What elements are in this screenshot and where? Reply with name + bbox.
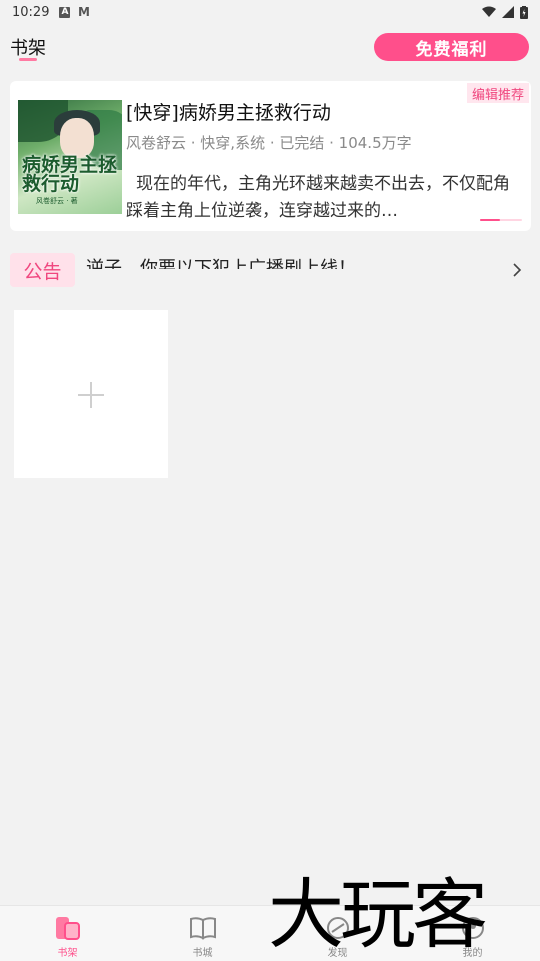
tab-label: 我的 (462, 948, 483, 959)
carousel-indicator (480, 219, 522, 221)
add-book-button[interactable] (14, 310, 168, 478)
notification-a-icon: A (59, 6, 71, 18)
profile-icon (461, 917, 484, 939)
carousel-indicator-active (480, 219, 500, 221)
tab-profile[interactable]: 我的 (405, 906, 540, 961)
editor-recommendation-card[interactable]: 病娇男主拯救行动 风卷舒云 · 著 [快穿]病娇男主拯救行动 风卷舒云 · 快穿… (10, 81, 531, 231)
gmail-icon: M (78, 5, 90, 19)
status-time: 10:29 (12, 4, 50, 20)
book-title[interactable]: [快穿]病娇男主拯救行动 (126, 98, 331, 125)
wifi-icon (482, 6, 496, 17)
signal-icon (502, 6, 514, 18)
status-bar: 10:29 A M (0, 0, 540, 24)
tab-discover[interactable]: 发现 (270, 906, 405, 961)
status-icons (482, 5, 528, 19)
tab-label: 书城 (192, 948, 213, 959)
tab-label: 书架 (57, 948, 78, 959)
chevron-right-icon[interactable] (508, 261, 526, 279)
battery-icon (520, 5, 528, 19)
notice-badge: 公告 (10, 253, 75, 287)
bookshelf-icon (55, 917, 80, 940)
cover-author-art: 风卷舒云 · 著 (36, 197, 78, 205)
book-description: 现在的年代，主角光环越来越卖不出去，不仅配角踩着主角上位逆袭，连穿越过来的… (126, 174, 510, 221)
page-title[interactable]: 书架 (10, 34, 46, 60)
cover-title-art: 病娇男主拯救行动 (22, 154, 118, 195)
open-book-icon (189, 917, 216, 940)
cover-character-face (60, 118, 94, 158)
discover-icon (326, 917, 349, 939)
plus-icon (78, 382, 104, 408)
book-cover[interactable]: 病娇男主拯救行动 风卷舒云 · 著 (18, 100, 122, 214)
free-welfare-button[interactable]: 免费福利 (374, 33, 529, 61)
bottom-nav: 书架 书城 发现 我的 (0, 905, 540, 961)
editor-pick-badge: 编辑推荐 (466, 83, 529, 103)
tab-label: 发现 (327, 948, 348, 959)
tab-indicator (19, 58, 37, 61)
notice-text[interactable]: 逆子，你要以下犯上广播剧上线！ (86, 247, 496, 269)
tab-bookstore[interactable]: 书城 (135, 906, 270, 961)
book-meta: 风卷舒云 · 快穿,系统 · 已完结 · 104.5万字 (126, 134, 412, 152)
tab-bookshelf[interactable]: 书架 (0, 906, 135, 961)
